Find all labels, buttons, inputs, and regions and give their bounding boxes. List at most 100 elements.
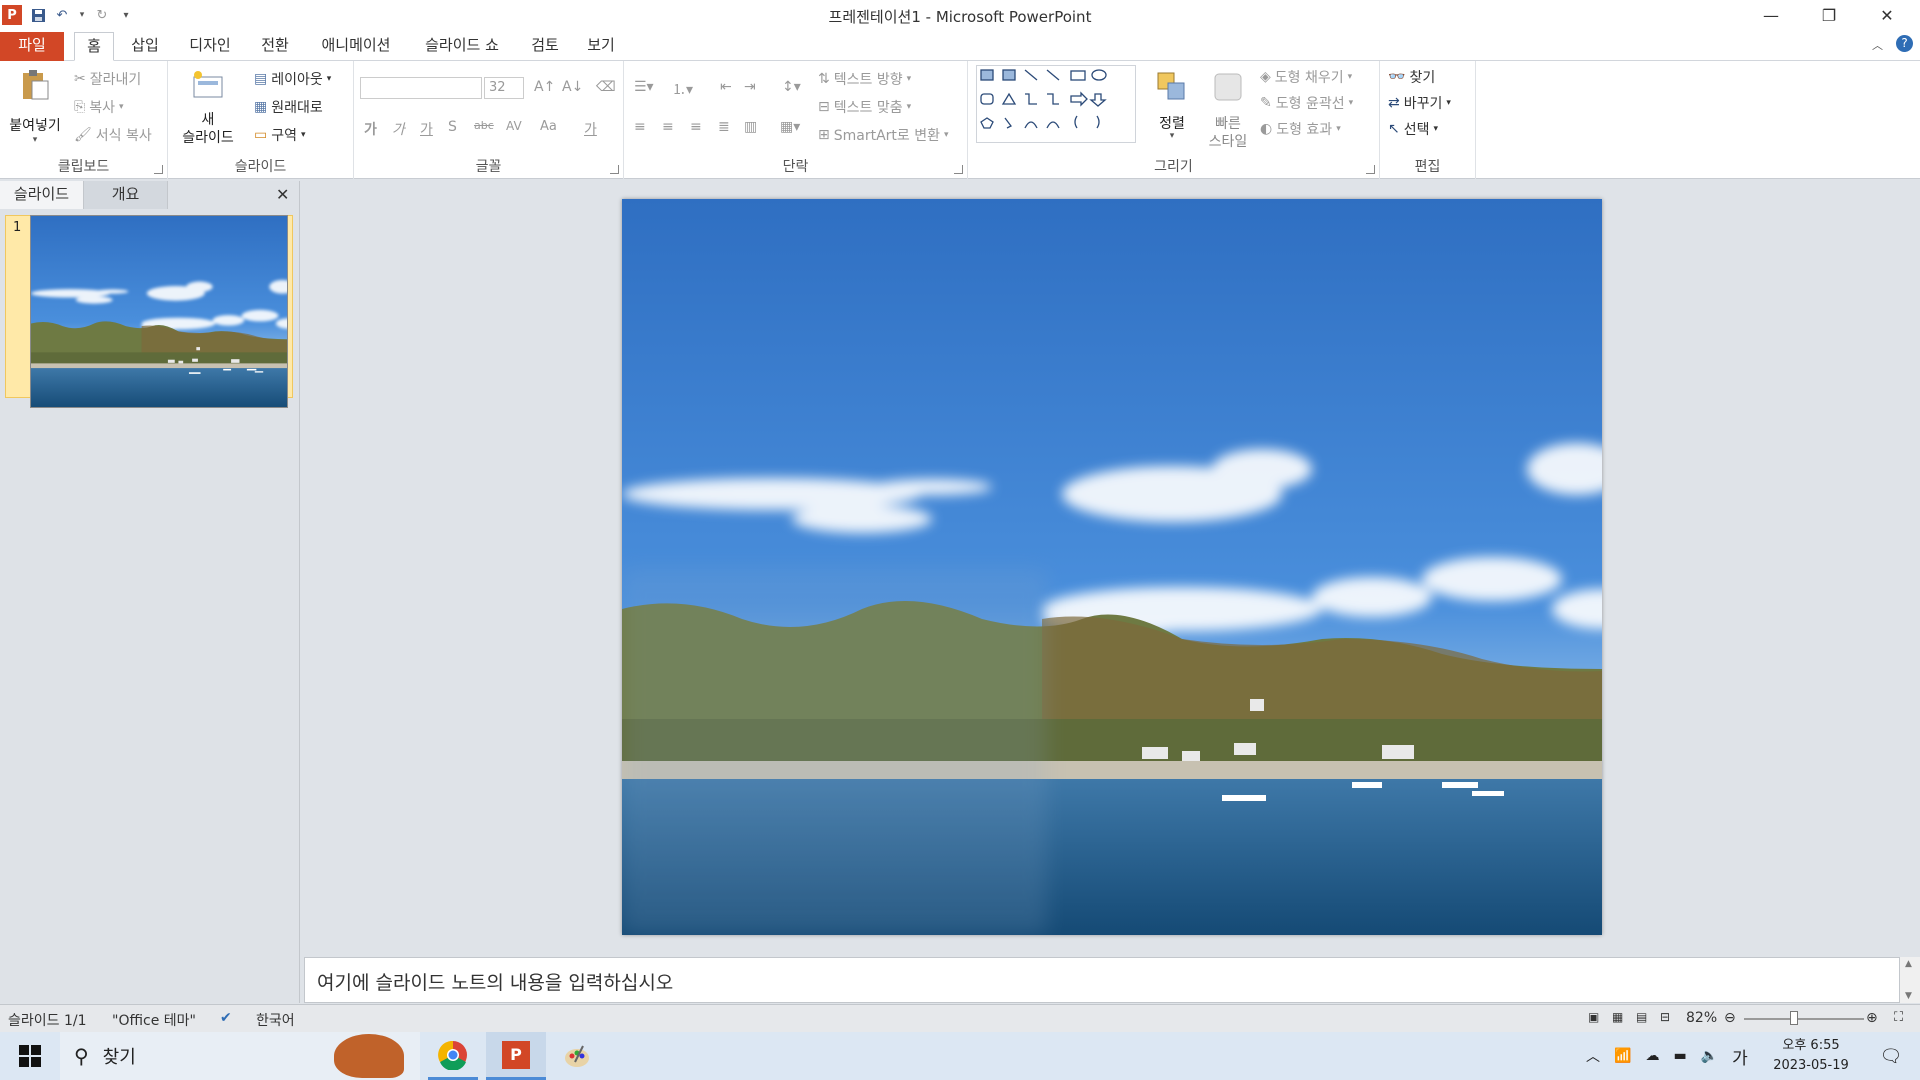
ime-indicator[interactable]: 가 bbox=[1732, 1044, 1748, 1069]
help-icon[interactable]: ? bbox=[1896, 35, 1913, 52]
battery-icon[interactable]: ▬ bbox=[1673, 1048, 1686, 1064]
tab-slides[interactable]: 슬라이드 bbox=[0, 181, 84, 209]
justify-icon[interactable]: ≣ bbox=[718, 119, 730, 135]
reset-button[interactable]: ▦ 원래대로 bbox=[254, 97, 323, 117]
paste-button[interactable]: 붙여넣기 ▾ bbox=[4, 67, 66, 151]
format-painter-button[interactable]: 🖌 서식 복사 bbox=[74, 125, 152, 145]
close-icon[interactable]: ✕ bbox=[1858, 0, 1916, 30]
align-right-icon[interactable]: ≡ bbox=[690, 119, 702, 135]
show-hidden-icons-icon[interactable]: ︿ bbox=[1586, 1046, 1600, 1066]
smartart-button[interactable]: ⊞ SmartArt로 변환 ▾ bbox=[818, 125, 949, 145]
align-left-icon[interactable]: ≡ bbox=[634, 119, 646, 135]
tab-insert[interactable]: 삽입 bbox=[124, 32, 166, 61]
clipboard-launcher-icon[interactable] bbox=[154, 165, 163, 174]
zoom-in-icon[interactable]: ⊕ bbox=[1866, 1010, 1878, 1026]
tab-home[interactable]: 홈 bbox=[74, 32, 114, 61]
arrange-button[interactable]: 정렬 ▾ bbox=[1144, 67, 1200, 153]
find-button[interactable]: 👓 찾기 bbox=[1388, 67, 1435, 87]
shape-effects-button[interactable]: ◐ 도형 효과 ▾ bbox=[1260, 119, 1341, 139]
grow-font-icon[interactable]: A↑ bbox=[534, 79, 555, 95]
paragraph-launcher-icon[interactable] bbox=[954, 165, 963, 174]
fit-to-window-icon[interactable]: ⛶ bbox=[1894, 1010, 1903, 1025]
cloud-icon[interactable]: ☁ bbox=[1645, 1048, 1659, 1064]
zoom-slider[interactable] bbox=[1744, 1018, 1864, 1020]
zoom-slider-thumb[interactable] bbox=[1790, 1011, 1798, 1025]
spellcheck-icon[interactable]: ✔ bbox=[220, 1010, 232, 1026]
shape-outline-button[interactable]: ✎ 도형 윤곽선 ▾ bbox=[1260, 93, 1353, 113]
windows-start-icon[interactable] bbox=[0, 1032, 60, 1080]
change-case-button[interactable]: Aa bbox=[540, 119, 557, 134]
underline-button[interactable]: 가 bbox=[420, 119, 433, 139]
line-spacing-icon[interactable]: ↕▾ bbox=[782, 79, 801, 95]
landscape-photo[interactable] bbox=[622, 199, 1602, 935]
normal-view-icon[interactable]: ▣ bbox=[1588, 1010, 1599, 1024]
tab-outline[interactable]: 개요 bbox=[84, 181, 168, 209]
tab-view[interactable]: 보기 bbox=[580, 32, 622, 61]
font-color-button[interactable]: 가 bbox=[584, 119, 597, 139]
clear-format-icon[interactable]: ⌫ bbox=[596, 79, 616, 95]
char-spacing-button[interactable]: AV bbox=[506, 119, 522, 133]
quick-styles-button[interactable]: 빠른 스타일 bbox=[1200, 67, 1256, 153]
shape-fill-button[interactable]: ◈ 도형 채우기 ▾ bbox=[1260, 67, 1352, 87]
minimize-icon[interactable]: — bbox=[1742, 0, 1800, 30]
notification-icon[interactable]: 🗨 bbox=[1866, 1032, 1916, 1080]
section-button[interactable]: ▭ 구역 ▾ bbox=[254, 125, 306, 145]
language-indicator[interactable]: 한국어 bbox=[256, 1010, 295, 1030]
bullets-icon[interactable]: ☰▾ bbox=[634, 79, 654, 95]
italic-button[interactable]: 가 bbox=[392, 119, 405, 139]
tab-file[interactable]: 파일 bbox=[0, 32, 64, 61]
numbering-icon[interactable]: ⒈▾ bbox=[672, 79, 693, 99]
tab-transitions[interactable]: 전환 bbox=[252, 32, 298, 61]
distribute-icon[interactable]: ▥ bbox=[744, 119, 757, 135]
collapse-ribbon-icon[interactable]: ︿ bbox=[1872, 37, 1883, 53]
drawing-launcher-icon[interactable] bbox=[1366, 165, 1375, 174]
font-launcher-icon[interactable] bbox=[610, 165, 619, 174]
tab-design[interactable]: 디자인 bbox=[180, 32, 240, 61]
bold-button[interactable]: 가 bbox=[364, 119, 377, 139]
slideshow-view-icon[interactable]: ⊟ bbox=[1660, 1010, 1670, 1024]
notes-pane[interactable]: 여기에 슬라이드 노트의 내용을 입력하십시오 bbox=[304, 957, 1900, 1003]
replace-button[interactable]: ⇄ 바꾸기 ▾ bbox=[1388, 93, 1451, 113]
clock-date: 2023-05-19 bbox=[1773, 1058, 1849, 1073]
paint-app-icon[interactable] bbox=[552, 1032, 602, 1080]
select-button[interactable]: ↖ 선택 ▾ bbox=[1388, 119, 1438, 139]
columns-icon[interactable]: ▦▾ bbox=[780, 119, 800, 135]
network-icon[interactable]: 📶 bbox=[1614, 1048, 1631, 1064]
chrome-icon[interactable] bbox=[428, 1032, 478, 1080]
reading-view-icon[interactable]: ▤ bbox=[1636, 1010, 1647, 1024]
font-name-dropdown[interactable] bbox=[360, 77, 482, 99]
powerpoint-taskbar-icon[interactable]: P bbox=[486, 1032, 546, 1080]
volume-icon[interactable]: 🔈 bbox=[1701, 1048, 1718, 1064]
shrink-font-icon[interactable]: A↓ bbox=[562, 79, 583, 95]
increase-indent-icon[interactable]: ⇥ bbox=[744, 79, 756, 95]
strikethrough-button[interactable]: abc bbox=[474, 119, 494, 132]
scroll-up-icon[interactable]: ▲ bbox=[1905, 959, 1912, 969]
new-slide-button[interactable]: 새 슬라이드 bbox=[170, 67, 246, 157]
slide-canvas[interactable] bbox=[622, 199, 1602, 935]
font-size-dropdown[interactable]: 32 bbox=[484, 77, 524, 99]
restore-icon[interactable]: ❐ bbox=[1800, 0, 1858, 30]
taskbar-search-box[interactable]: ⚲ 찾기 bbox=[60, 1032, 420, 1080]
align-center-icon[interactable]: ≡ bbox=[662, 119, 674, 135]
text-direction-button[interactable]: ⇅ 텍스트 방향 ▾ bbox=[818, 69, 911, 89]
cut-button[interactable]: ✂ 잘라내기 bbox=[74, 69, 141, 89]
tab-slideshow[interactable]: 슬라이드 쇼 bbox=[414, 32, 510, 61]
tab-review[interactable]: 검토 bbox=[524, 32, 566, 61]
clock[interactable]: 오후 6:55 2023-05-19 bbox=[1766, 1036, 1856, 1076]
theme-indicator[interactable]: "Office 테마" bbox=[112, 1010, 196, 1030]
close-pane-icon[interactable]: ✕ bbox=[276, 185, 289, 204]
shapes-gallery[interactable] bbox=[976, 65, 1136, 143]
decrease-indent-icon[interactable]: ⇤ bbox=[720, 79, 732, 95]
slide-thumbnail[interactable]: 1 bbox=[5, 215, 293, 408]
zoom-level[interactable]: 82% bbox=[1686, 1010, 1717, 1026]
align-text-button[interactable]: ⊟ 텍스트 맞춤 ▾ bbox=[818, 97, 911, 117]
new-slide-icon bbox=[193, 71, 223, 98]
slide-sorter-icon[interactable]: ▦ bbox=[1612, 1010, 1623, 1024]
scroll-down-icon[interactable]: ▼ bbox=[1905, 991, 1912, 1001]
copy-button[interactable]: ⎘ 복사 ▾ bbox=[74, 97, 124, 117]
zoom-out-icon[interactable]: ⊖ bbox=[1724, 1010, 1736, 1026]
shadow-button[interactable]: S bbox=[448, 119, 457, 135]
tab-animations[interactable]: 애니메이션 bbox=[312, 32, 400, 61]
notes-scrollbar[interactable]: ▲ ▼ bbox=[1900, 957, 1920, 1003]
layout-button[interactable]: ▤ 레이아웃 ▾ bbox=[254, 69, 331, 89]
